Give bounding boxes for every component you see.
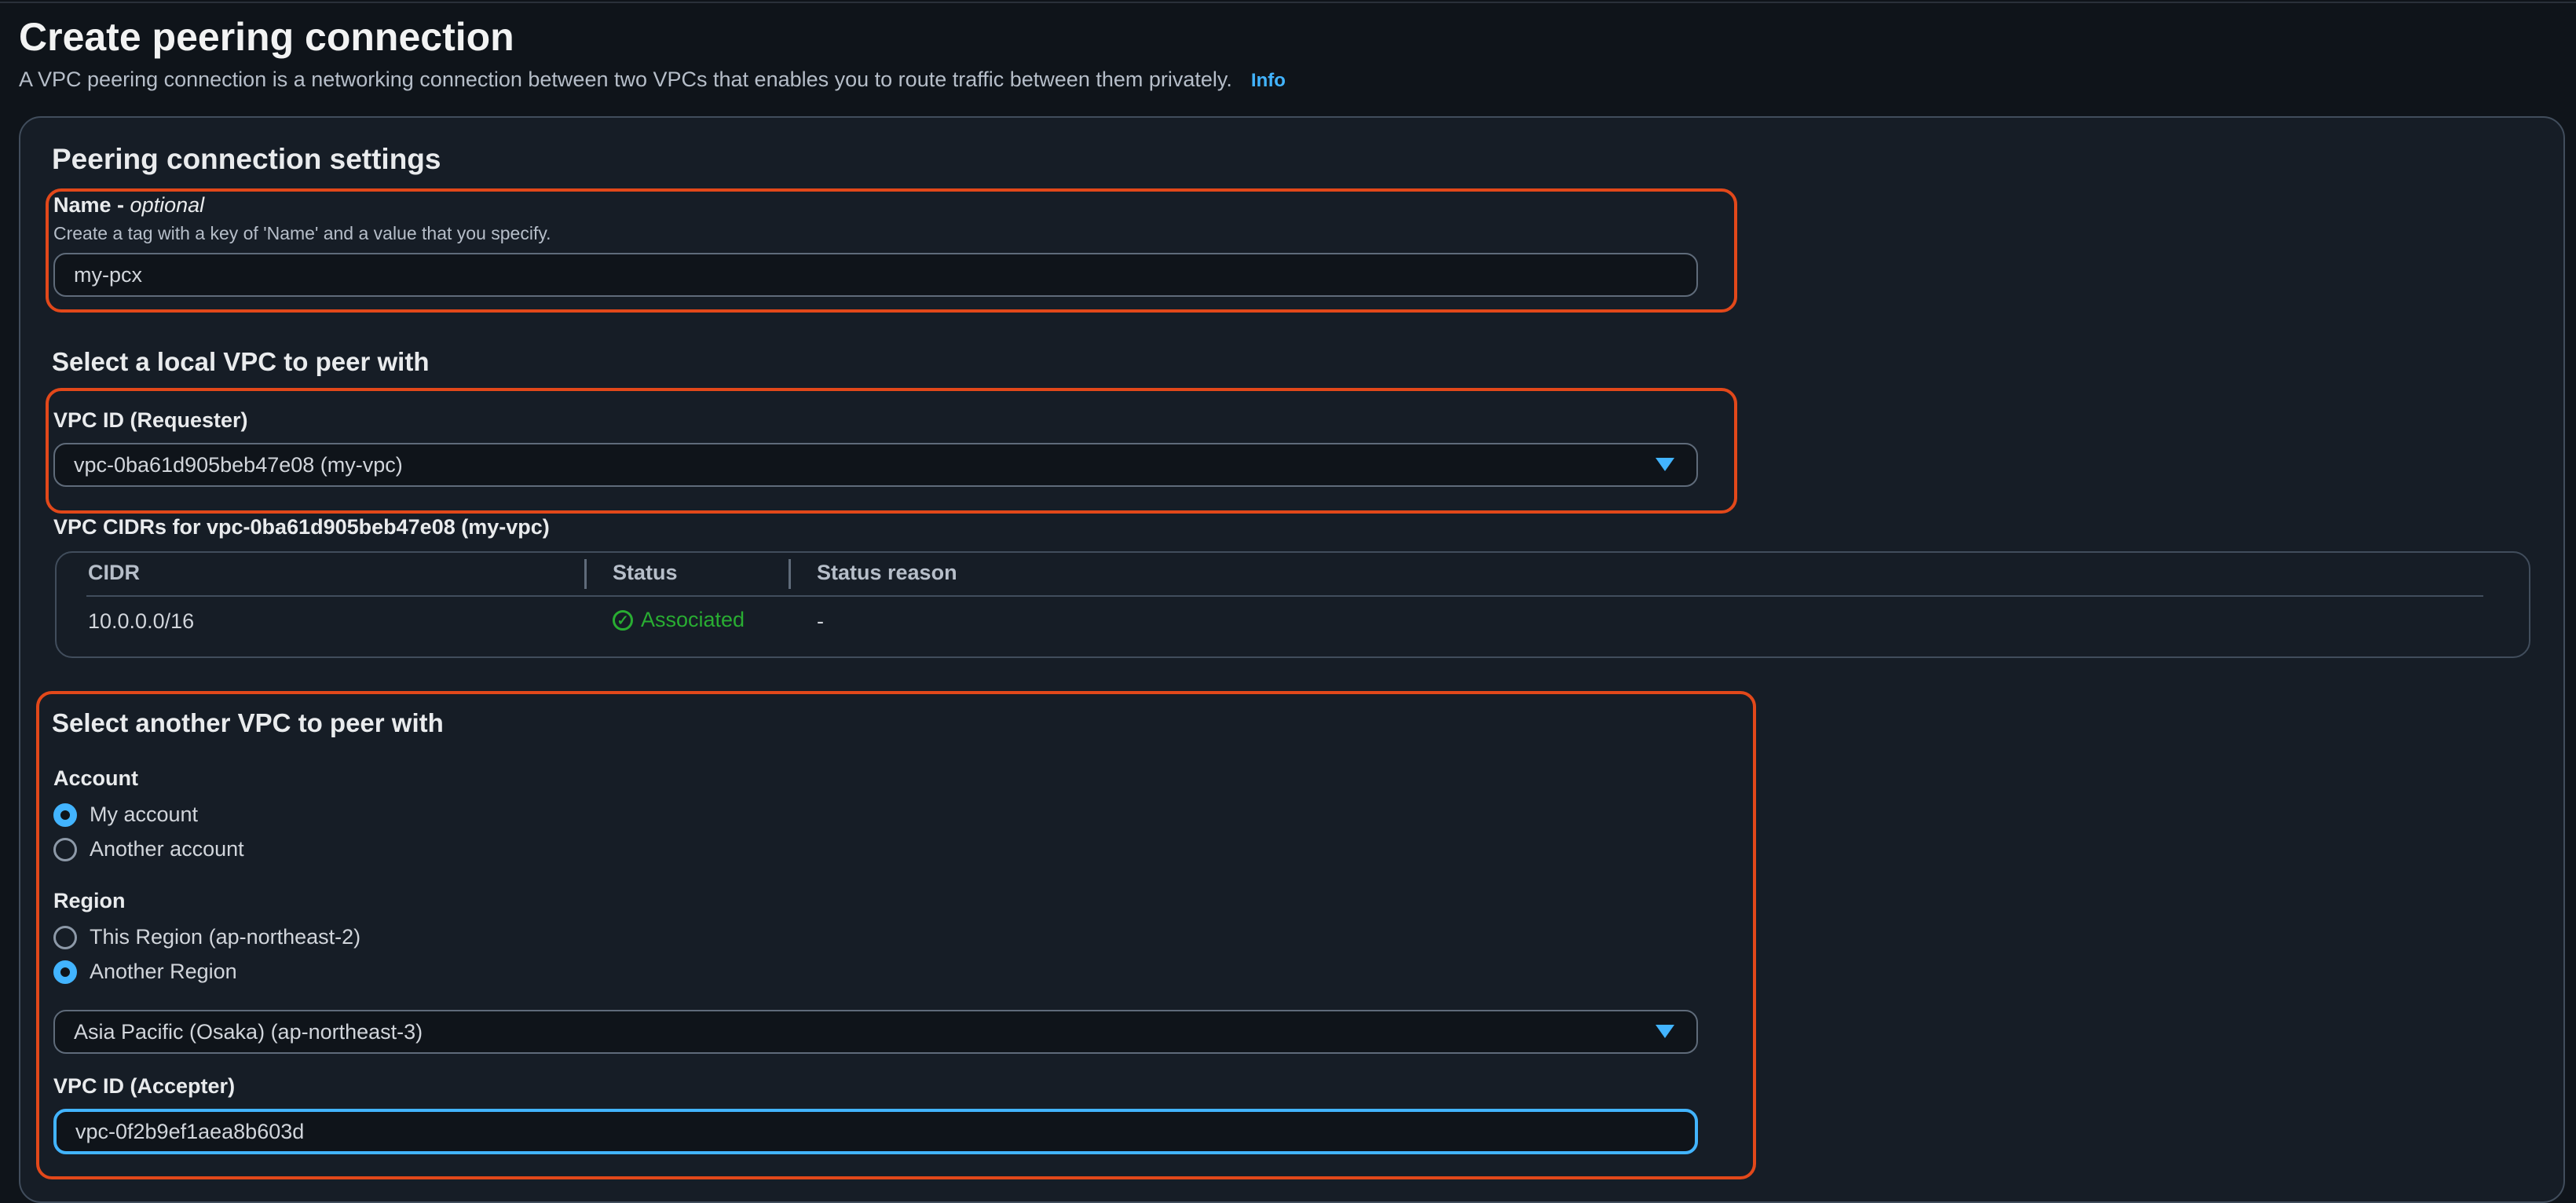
th-status: Status [613, 561, 678, 584]
radio-unselected-icon[interactable] [53, 837, 77, 861]
requester-label: VPC ID (Requester) [53, 408, 248, 432]
radio-another-account[interactable]: Another account [53, 837, 244, 861]
page-description-text: A VPC peering connection is a networking… [19, 68, 1232, 91]
region-label: Region [53, 889, 126, 912]
table-header-divider [86, 595, 2483, 597]
check-circle-icon: ✓ [613, 609, 633, 631]
radio-label: My account [90, 803, 199, 826]
th-cidr: CIDR [88, 561, 140, 584]
page-description: A VPC peering connection is a networking… [19, 68, 1286, 92]
local-vpc-title: Select a local VPC to peer with [52, 347, 430, 376]
status-badge: Associated [641, 608, 745, 631]
accepter-vpc-value: vpc-0f2b9ef1aea8b603d [75, 1119, 305, 1143]
radio-unselected-icon[interactable] [53, 925, 77, 949]
top-divider [0, 2, 2576, 3]
region-select[interactable]: Asia Pacific (Osaka) (ap-northeast-3) [53, 1010, 1698, 1054]
name-optional-text: optional [130, 193, 205, 217]
cidr-table [55, 551, 2530, 658]
column-divider [584, 559, 587, 589]
radio-label: Another Region [90, 960, 237, 983]
chevron-down-icon [1656, 458, 1674, 471]
name-input[interactable]: my-pcx [53, 253, 1698, 297]
name-label: Name - optional [53, 193, 204, 218]
cell-cidr: 10.0.0.0/16 [88, 609, 195, 633]
cidrs-title: VPC CIDRs for vpc-0ba61d905beb47e08 (my-… [53, 515, 550, 539]
radio-selected-icon[interactable] [53, 803, 77, 827]
page-title: Create peering connection [19, 15, 514, 59]
cell-status-reason: - [817, 609, 824, 633]
accepter-vpc-input[interactable]: vpc-0f2b9ef1aea8b603d [53, 1109, 1698, 1154]
settings-panel: Peering connection settings Name - optio… [19, 116, 2565, 1203]
name-hint: Create a tag with a key of 'Name' and a … [53, 223, 551, 243]
chevron-down-icon [1656, 1025, 1674, 1038]
requester-vpc-select[interactable]: vpc-0ba61d905beb47e08 (my-vpc) [53, 443, 1698, 487]
account-label: Account [53, 766, 138, 790]
column-divider [789, 559, 791, 589]
th-status-reason: Status reason [817, 561, 957, 584]
another-vpc-title: Select another VPC to peer with [52, 708, 444, 737]
cell-status: ✓ Associated [613, 608, 745, 632]
name-input-value: my-pcx [74, 262, 142, 287]
radio-label: Another account [90, 837, 244, 861]
radio-another-region[interactable]: Another Region [53, 960, 237, 984]
radio-selected-icon[interactable] [53, 960, 77, 984]
settings-title: Peering connection settings [52, 143, 441, 175]
info-link[interactable]: Info [1251, 70, 1286, 91]
radio-my-account[interactable]: My account [53, 803, 198, 827]
region-select-value: Asia Pacific (Osaka) (ap-northeast-3) [74, 1019, 423, 1044]
radio-this-region[interactable]: This Region (ap-northeast-2) [53, 925, 360, 949]
name-label-text: Name - [53, 193, 125, 217]
accepter-label: VPC ID (Accepter) [53, 1074, 236, 1098]
radio-label: This Region (ap-northeast-2) [90, 925, 361, 949]
page: Create peering connection A VPC peering … [0, 0, 2576, 1203]
requester-vpc-value: vpc-0ba61d905beb47e08 (my-vpc) [74, 452, 403, 477]
